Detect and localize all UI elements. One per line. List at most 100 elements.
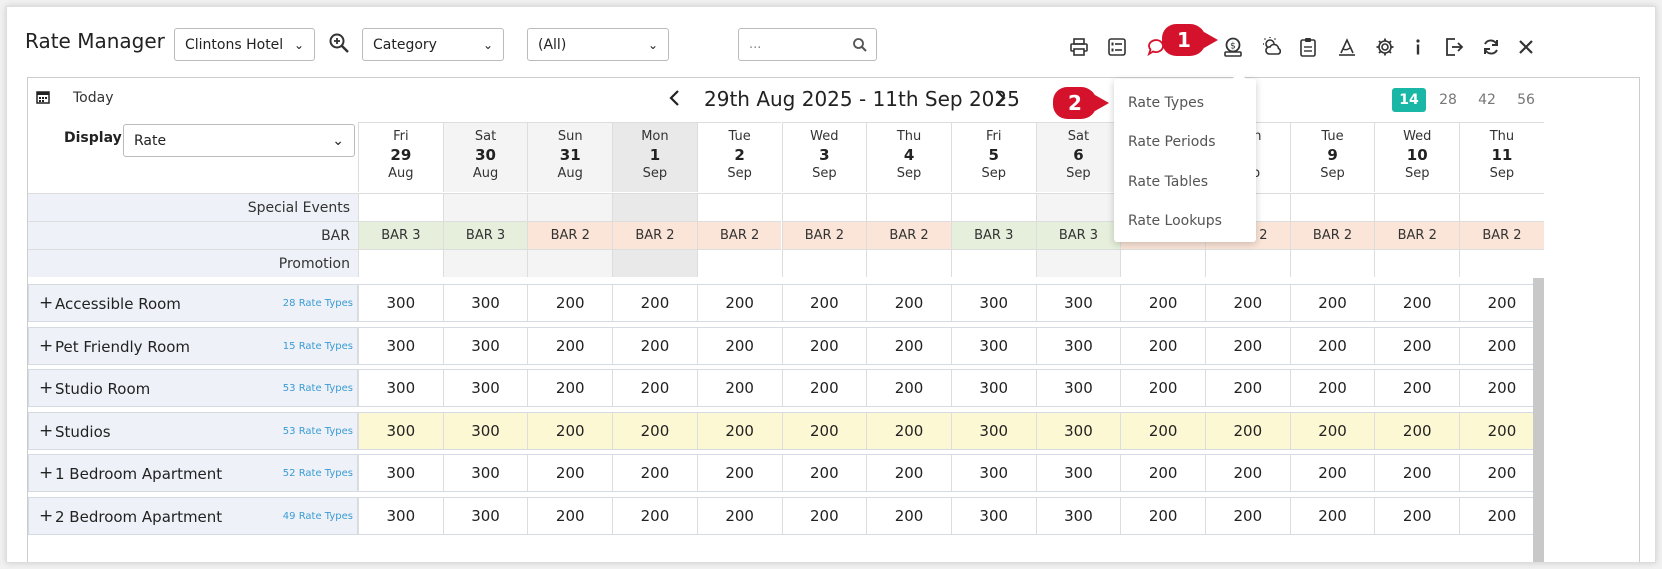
rate-cell[interactable]: 200 [527,455,612,491]
rate-setup-icon[interactable]: $ [1221,35,1245,59]
rate-cell[interactable]: 200 [696,327,782,364]
rate-cell[interactable]: 200 [1459,497,1544,534]
rate-cell[interactable]: 300 [442,327,528,364]
rate-cell[interactable]: 300 [950,412,1036,449]
bar-cell[interactable]: BAR 2 [612,221,697,249]
rate-cell[interactable]: 200 [527,327,612,364]
rate-cell[interactable]: 200 [1205,455,1290,491]
today-button[interactable]: Today [73,90,114,106]
weather-icon[interactable] [1261,35,1285,59]
rate-cell[interactable]: 300 [442,412,528,449]
rate-cell[interactable]: 300 [358,285,443,321]
info-icon[interactable] [1406,35,1430,59]
rate-cell[interactable]: 200 [527,497,612,534]
close-icon[interactable] [1514,35,1538,59]
info-cell[interactable] [358,193,443,221]
expand-plus-icon[interactable]: + [39,463,53,483]
checklist-icon[interactable] [1105,35,1129,59]
rate-cell[interactable]: 200 [612,497,697,534]
days-option-14[interactable]: 14 [1392,88,1426,112]
bar-cell[interactable]: BAR 3 [1035,221,1121,249]
rate-cell[interactable]: 200 [1374,327,1459,364]
bar-cell[interactable]: BAR 2 [696,221,782,249]
info-cell[interactable] [527,193,613,221]
info-cell[interactable] [781,249,867,277]
rate-cell[interactable]: 300 [1035,412,1121,449]
rate-cell[interactable]: 200 [696,497,782,534]
menu-item-rate-tables[interactable]: Rate Tables [1128,174,1208,190]
bar-cell[interactable]: BAR 3 [442,221,528,249]
menu-item-rate-types[interactable]: Rate Types [1128,95,1204,111]
rate-cell[interactable]: 200 [612,455,697,491]
rate-types-link[interactable]: 53 Rate Types [283,426,353,437]
rate-cell[interactable]: 200 [1120,327,1205,364]
display-select[interactable]: Rate ⌄ [123,124,355,157]
print-icon[interactable] [1067,35,1091,59]
bar-cell[interactable]: BAR 2 [866,221,951,249]
rate-cell[interactable]: 200 [781,327,867,364]
rate-cell[interactable]: 200 [1459,327,1544,364]
info-cell[interactable] [1205,249,1290,277]
rate-cell[interactable]: 200 [866,412,951,449]
expand-plus-icon[interactable]: + [39,378,53,398]
menu-item-rate-lookups[interactable]: Rate Lookups [1128,213,1222,229]
rate-cell[interactable]: 200 [781,285,867,321]
info-cell[interactable] [358,249,443,277]
calendar-icon[interactable] [36,90,50,104]
rate-cell[interactable]: 300 [358,327,443,364]
info-cell[interactable] [1120,249,1205,277]
rate-cell[interactable]: 300 [950,497,1036,534]
pen-icon[interactable] [1335,35,1359,59]
clipboard-icon[interactable] [1296,35,1320,59]
refresh-icon[interactable] [1479,35,1503,59]
exit-icon[interactable] [1442,35,1466,59]
bar-cell[interactable]: BAR 3 [358,221,443,249]
info-cell[interactable] [950,249,1036,277]
zoom-in-icon[interactable] [327,31,351,55]
info-cell[interactable] [1289,193,1375,221]
category-select[interactable]: Category ⌄ [362,28,504,61]
rate-types-link[interactable]: 52 Rate Types [283,468,353,479]
rate-cell[interactable]: 200 [866,455,951,491]
room-type-row-label[interactable]: + Studios 53 Rate Types [28,411,358,450]
info-cell[interactable] [1035,193,1121,221]
rate-cell[interactable]: 300 [358,497,443,534]
bar-cell[interactable]: BAR 2 [1289,221,1375,249]
rate-cell[interactable]: 200 [696,412,782,449]
rate-cell[interactable]: 300 [442,370,528,406]
rate-cell[interactable]: 300 [950,285,1036,321]
rate-cell[interactable]: 300 [1035,285,1121,321]
rate-cell[interactable]: 200 [1289,455,1375,491]
rate-cell[interactable]: 200 [1374,455,1459,491]
rate-cell[interactable]: 200 [696,285,782,321]
info-cell[interactable] [527,249,613,277]
rate-cell[interactable]: 200 [1459,370,1544,406]
rate-cell[interactable]: 200 [1289,370,1375,406]
rate-cell[interactable]: 200 [781,370,867,406]
prev-period-button[interactable] [668,88,682,113]
rate-cell[interactable]: 200 [1289,412,1375,449]
expand-plus-icon[interactable]: + [39,336,53,356]
expand-plus-icon[interactable]: + [39,506,53,526]
rate-cell[interactable]: 200 [1374,285,1459,321]
property-select[interactable]: Clintons Hotel ⌄ [174,28,315,61]
rate-cell[interactable]: 200 [866,497,951,534]
rate-cell[interactable]: 200 [1120,412,1205,449]
rate-cell[interactable]: 200 [1374,370,1459,406]
room-type-row-label[interactable]: + Pet Friendly Room 15 Rate Types [28,326,358,365]
rate-cell[interactable]: 200 [1120,285,1205,321]
rate-cell[interactable]: 200 [1459,412,1544,449]
info-cell[interactable] [696,249,782,277]
rate-cell[interactable]: 200 [527,285,612,321]
rate-types-link[interactable]: 49 Rate Types [283,511,353,522]
rate-cell[interactable]: 300 [1035,370,1121,406]
info-cell[interactable] [866,193,951,221]
rate-cell[interactable]: 300 [358,370,443,406]
rate-cell[interactable]: 200 [1120,455,1205,491]
scope-select[interactable]: (All) ⌄ [527,28,669,61]
rate-cell[interactable]: 200 [527,370,612,406]
bar-cell[interactable]: BAR 2 [527,221,613,249]
info-cell[interactable] [612,249,697,277]
rate-cell[interactable]: 300 [442,285,528,321]
rate-cell[interactable]: 200 [1289,497,1375,534]
